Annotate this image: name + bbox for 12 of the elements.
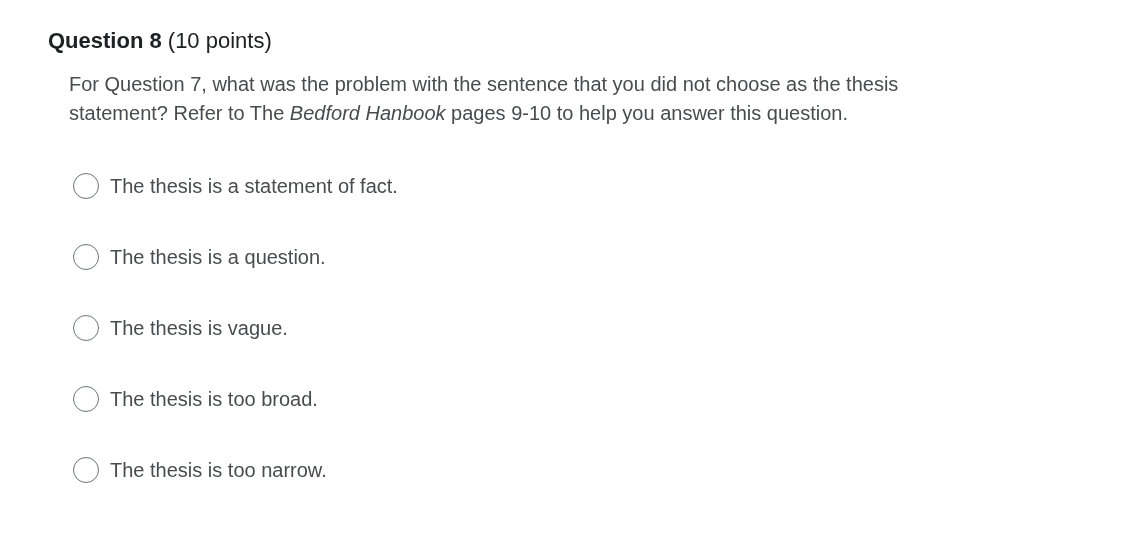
option-label[interactable]: The thesis is too narrow. — [110, 458, 327, 482]
option-label[interactable]: The thesis is vague. — [110, 316, 288, 340]
question-title: Question 8 (10 points) — [48, 27, 273, 55]
radio-button[interactable] — [73, 457, 99, 483]
option-label[interactable]: The thesis is a statement of fact. — [110, 174, 398, 198]
radio-button[interactable] — [73, 244, 99, 270]
question-text: For Question 7, what was the problem with the sentence that you did not choose as the thesis statement? Refer to The Bedford Hanbook pages 9-10 to help you answer this question. — [69, 72, 900, 126]
radio-button[interactable] — [73, 315, 99, 341]
option-label[interactable]: The thesis is a question. — [110, 245, 326, 269]
option-label[interactable]: The thesis is too broad. — [110, 387, 318, 411]
radio-button[interactable] — [73, 173, 99, 199]
radio-button[interactable] — [73, 386, 99, 412]
